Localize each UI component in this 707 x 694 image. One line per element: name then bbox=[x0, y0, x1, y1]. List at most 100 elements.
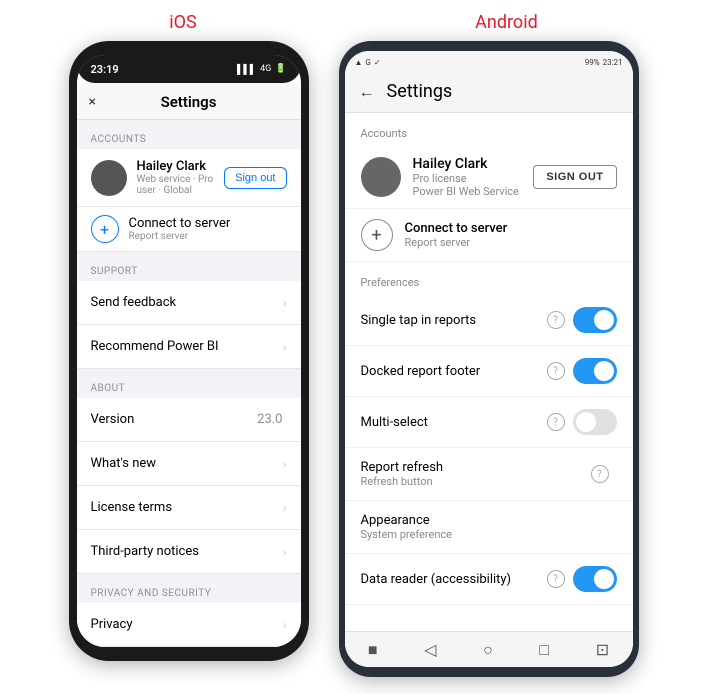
android-docked-footer-row[interactable]: Docked report footer ? bbox=[345, 346, 633, 397]
android-phone-inner: ▲ G ✓ 99% 23:21 ← Settings bbox=[345, 51, 633, 667]
android-plus-icon: + bbox=[361, 219, 393, 251]
android-data-reader-row[interactable]: Data reader (accessibility) ? bbox=[345, 554, 633, 605]
android-back-button[interactable]: ← bbox=[359, 82, 375, 102]
android-scroll-content: Accounts Hailey Clark Pro license Power … bbox=[345, 113, 633, 631]
android-status-bar: ▲ G ✓ 99% 23:21 bbox=[345, 51, 633, 73]
android-appearance-row: Appearance System preference bbox=[345, 501, 633, 554]
android-account-info: Hailey Clark Pro license Power BI Web Se… bbox=[413, 156, 522, 198]
ios-whats-new-row[interactable]: What's new › bbox=[77, 442, 301, 486]
android-status-right: 99% 23:21 bbox=[585, 58, 623, 67]
ios-send-feedback-row[interactable]: Send feedback › bbox=[77, 281, 301, 325]
android-avatar bbox=[361, 157, 401, 197]
ios-whats-new-label: What's new bbox=[91, 456, 283, 471]
ios-chevron-icon-third-party: › bbox=[283, 545, 287, 559]
ios-privacy-section-header: PRIVACY AND SECURITY bbox=[77, 574, 301, 603]
android-signal-icon: ▲ bbox=[355, 58, 363, 67]
android-account-license: Pro license bbox=[413, 172, 522, 185]
ios-privacy-label: Privacy bbox=[91, 617, 283, 632]
android-data-reader-label: Data reader (accessibility) bbox=[361, 572, 547, 587]
android-nav-home-icon[interactable]: ○ bbox=[483, 640, 493, 660]
android-multi-select-label: Multi-select bbox=[361, 415, 547, 430]
android-label: Android bbox=[475, 12, 538, 33]
ios-connect-row[interactable]: + Connect to server Report server bbox=[77, 207, 301, 252]
ios-close-button[interactable]: × bbox=[89, 94, 96, 110]
android-multi-select-help-icon[interactable]: ? bbox=[547, 413, 565, 431]
ios-phone: 23:19 ▌▌▌ 4G 🔋 × Settings ACCOUNTS bbox=[69, 41, 309, 661]
ios-status-bar: 23:19 ▌▌▌ 4G 🔋 bbox=[77, 55, 301, 83]
android-report-refresh-help-icon[interactable]: ? bbox=[591, 465, 609, 483]
ios-connect-sub: Report server bbox=[129, 231, 231, 242]
ios-chevron-icon-recommend: › bbox=[283, 340, 287, 354]
ios-privacy-row[interactable]: Privacy › bbox=[77, 603, 301, 647]
page-container: iOS Android 23:19 ▌▌▌ 4G 🔋 × Settings bbox=[0, 0, 707, 694]
ios-third-party-row[interactable]: Third-party notices › bbox=[77, 530, 301, 574]
ios-sign-out-button[interactable]: Sign out bbox=[224, 167, 286, 189]
android-docked-footer-label: Docked report footer bbox=[361, 364, 547, 379]
android-phone: ▲ G ✓ 99% 23:21 ← Settings bbox=[339, 41, 639, 677]
ios-recommend-label: Recommend Power BI bbox=[91, 339, 283, 354]
ios-recommend-row[interactable]: Recommend Power BI › bbox=[77, 325, 301, 369]
android-connect-row[interactable]: + Connect to server Report server bbox=[345, 209, 633, 262]
ios-account-name: Hailey Clark bbox=[137, 159, 215, 174]
ios-chevron-icon-license: › bbox=[283, 501, 287, 515]
android-multi-select-row[interactable]: Multi-select ? bbox=[345, 397, 633, 448]
android-nav-square-icon[interactable]: ■ bbox=[368, 640, 378, 660]
android-account-name: Hailey Clark bbox=[413, 156, 522, 172]
ios-account-row: Hailey Clark Web service · Pro user · Gl… bbox=[77, 149, 301, 207]
ios-scroll-content: ACCOUNTS Hailey Clark Web service · Pro … bbox=[77, 120, 301, 647]
ios-settings-title: Settings bbox=[161, 93, 217, 111]
android-single-tap-toggle[interactable] bbox=[573, 307, 617, 333]
android-nav-extra-icon[interactable]: ⊡ bbox=[596, 640, 609, 659]
ios-avatar bbox=[91, 160, 127, 196]
android-battery: 99% bbox=[585, 58, 600, 67]
ios-phone-inner: 23:19 ▌▌▌ 4G 🔋 × Settings ACCOUNTS bbox=[77, 55, 301, 647]
android-report-refresh-sub: Refresh button bbox=[361, 475, 591, 488]
android-data-reader-content: Data reader (accessibility) bbox=[361, 572, 547, 587]
ios-battery: 🔋 bbox=[275, 64, 286, 74]
ios-account-subtitle: Web service · Pro user · Global bbox=[137, 174, 215, 196]
android-connect-info: Connect to server Report server bbox=[405, 221, 508, 249]
ios-chevron-icon-feedback: › bbox=[283, 296, 287, 310]
platform-labels: iOS Android bbox=[0, 12, 707, 33]
android-appearance-content: Appearance System preference bbox=[361, 513, 617, 541]
ios-version-label: Version bbox=[91, 412, 258, 427]
android-multi-select-toggle[interactable] bbox=[573, 409, 617, 435]
android-docked-footer-toggle[interactable] bbox=[573, 358, 617, 384]
android-status-left: ▲ G ✓ bbox=[355, 58, 381, 67]
ios-signal: ▌▌▌ bbox=[237, 64, 256, 75]
android-single-tap-content: Single tap in reports bbox=[361, 313, 547, 328]
ios-accounts-section-header: ACCOUNTS bbox=[77, 120, 301, 149]
android-nav-recents-icon[interactable]: □ bbox=[539, 640, 549, 660]
ios-status-icons: ▌▌▌ 4G 🔋 bbox=[237, 64, 287, 75]
android-docked-footer-help-icon[interactable]: ? bbox=[547, 362, 565, 380]
phones-row: 23:19 ▌▌▌ 4G 🔋 × Settings ACCOUNTS bbox=[0, 41, 707, 677]
ios-about-section-header: ABOUT bbox=[77, 369, 301, 398]
ios-license-row[interactable]: License terms › bbox=[77, 486, 301, 530]
android-report-refresh-label: Report refresh bbox=[361, 460, 591, 475]
android-nav-bar: ■ ◁ ○ □ ⊡ bbox=[345, 631, 633, 667]
android-single-tap-label: Single tap in reports bbox=[361, 313, 547, 328]
ios-network: 4G bbox=[260, 64, 271, 74]
ios-connect-label: Connect to server bbox=[129, 216, 231, 231]
android-single-tap-help-icon[interactable]: ? bbox=[547, 311, 565, 329]
android-multi-select-content: Multi-select bbox=[361, 415, 547, 430]
android-nav-back-icon[interactable]: ◁ bbox=[424, 640, 436, 659]
android-single-tap-row[interactable]: Single tap in reports ? bbox=[345, 295, 633, 346]
android-report-refresh-content: Report refresh Refresh button bbox=[361, 460, 591, 488]
android-account-service: Power BI Web Service bbox=[413, 185, 522, 198]
android-sign-out-button[interactable]: SIGN OUT bbox=[533, 165, 616, 189]
ios-label: iOS bbox=[169, 12, 196, 33]
android-appearance-label: Appearance bbox=[361, 513, 617, 528]
android-data-reader-help-icon[interactable]: ? bbox=[547, 570, 565, 588]
ios-chevron-icon-privacy: › bbox=[283, 618, 287, 632]
ios-chevron-icon-whats-new: › bbox=[283, 457, 287, 471]
android-account-row: Hailey Clark Pro license Power BI Web Se… bbox=[345, 146, 633, 209]
android-connect-label: Connect to server bbox=[405, 221, 508, 236]
ios-version-row: Version 23.0 bbox=[77, 398, 301, 442]
ios-support-section-header: SUPPORT bbox=[77, 252, 301, 281]
android-docked-footer-content: Docked report footer bbox=[361, 364, 547, 379]
ios-plus-icon: + bbox=[91, 215, 119, 243]
ios-third-party-label: Third-party notices bbox=[91, 544, 283, 559]
ios-license-label: License terms bbox=[91, 500, 283, 515]
android-data-reader-toggle[interactable] bbox=[573, 566, 617, 592]
